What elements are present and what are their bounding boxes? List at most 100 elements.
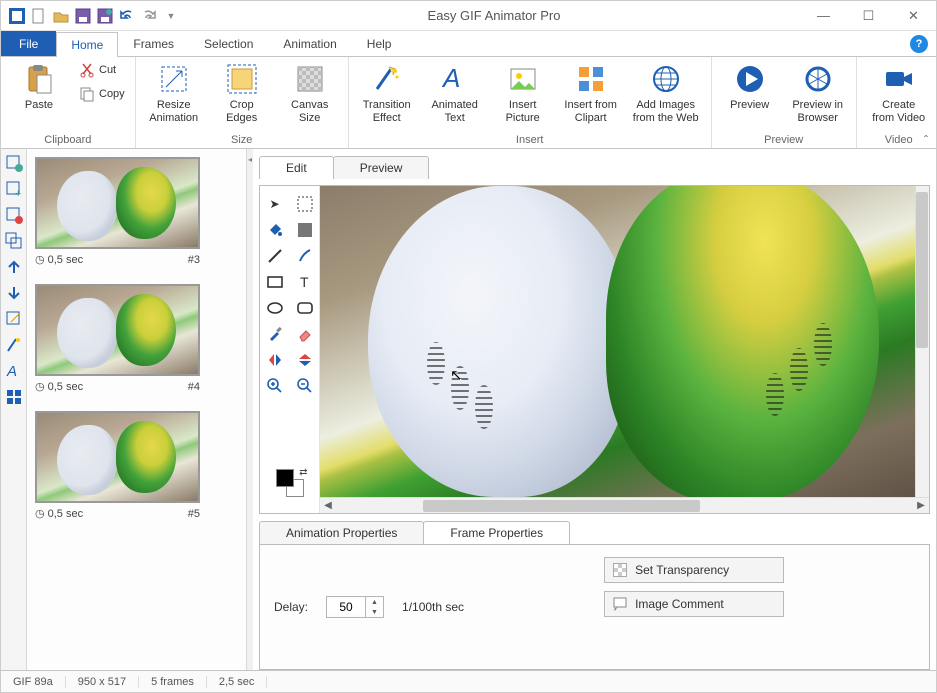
grid-view-icon[interactable] — [4, 387, 24, 407]
fill-rect-icon[interactable] — [295, 220, 315, 240]
copy-label: Copy — [99, 88, 125, 100]
status-format: GIF 89a — [1, 676, 66, 688]
editor-tabs: Edit Preview — [259, 155, 930, 179]
tab-file[interactable]: File — [1, 31, 56, 56]
animated-text-button[interactable]: AAnimated Text — [423, 59, 487, 131]
frame-thumbnail[interactable] — [35, 284, 200, 376]
canvas-viewport[interactable]: ↖ — [320, 186, 929, 497]
flip-v-icon[interactable] — [295, 350, 315, 370]
tab-frames[interactable]: Frames — [118, 31, 189, 56]
insert-frame-icon[interactable] — [4, 153, 24, 173]
brush-tool-icon[interactable] — [295, 246, 315, 266]
redo-icon[interactable] — [141, 8, 157, 24]
undo-icon[interactable] — [119, 8, 135, 24]
svg-text:T: T — [300, 274, 309, 290]
tab-home[interactable]: Home — [56, 32, 118, 57]
maximize-button[interactable]: ☐ — [846, 1, 891, 31]
frame-number: #3 — [188, 254, 200, 266]
help-icon[interactable]: ? — [910, 35, 928, 53]
copy-button[interactable]: Copy — [75, 83, 129, 105]
editor-area: Edit Preview ➤ T ⇄ — [253, 149, 936, 670]
ellipse-tool-icon[interactable] — [265, 298, 285, 318]
frame-item[interactable]: ◷0,5 sec#3 — [35, 157, 238, 266]
tab-help[interactable]: Help — [352, 31, 407, 56]
tab-edit[interactable]: Edit — [259, 156, 334, 179]
delay-unit: 1/100th sec — [402, 600, 464, 614]
image-comment-button[interactable]: Image Comment — [604, 591, 784, 617]
insert-picture-button[interactable]: Insert Picture — [491, 59, 555, 131]
crop-edges-button[interactable]: Crop Edges — [210, 59, 274, 131]
duplicate-frame-icon[interactable] — [4, 231, 24, 251]
rect-tool-icon[interactable] — [265, 272, 285, 292]
status-dimensions: 950 x 517 — [66, 676, 139, 688]
frame-thumbnail[interactable] — [35, 411, 200, 503]
delete-frame-icon[interactable] — [4, 205, 24, 225]
horizontal-scrollbar[interactable]: ◀ ▶ — [320, 497, 929, 513]
swap-colors-icon[interactable]: ⇄ — [299, 467, 307, 478]
new-icon[interactable] — [31, 8, 47, 24]
qat-dropdown-icon[interactable]: ▼ — [163, 8, 179, 24]
flip-h-icon[interactable] — [265, 350, 285, 370]
insert-clipart-button[interactable]: Insert from Clipart — [559, 59, 623, 131]
title-bar: ▼ Easy GIF Animator Pro — ☐ ✕ — [1, 1, 936, 31]
spinner-down-icon[interactable]: ▼ — [366, 607, 383, 617]
canvas-image: ↖ — [320, 186, 915, 497]
tab-animation[interactable]: Animation — [268, 31, 351, 56]
marquee-tool-icon[interactable] — [295, 194, 315, 214]
ribbon-collapse-icon[interactable]: ˆ — [924, 133, 928, 147]
tool-palette: ➤ T ⇄ — [260, 186, 320, 513]
frame-delay: 0,5 sec — [48, 508, 83, 520]
properties-tabs: Animation Properties Frame Properties — [259, 520, 930, 544]
paste-button[interactable]: Paste — [7, 59, 71, 131]
frame-number: #4 — [188, 381, 200, 393]
scroll-right-icon[interactable]: ▶ — [913, 500, 929, 511]
frame-item[interactable]: ◷0,5 sec#5 — [35, 411, 238, 520]
rounded-rect-icon[interactable] — [295, 298, 315, 318]
delay-input[interactable] — [327, 600, 365, 614]
spinner-up-icon[interactable]: ▲ — [366, 597, 383, 607]
tab-animation-properties[interactable]: Animation Properties — [259, 521, 424, 544]
line-tool-icon[interactable] — [265, 246, 285, 266]
set-transparency-button[interactable]: Set Transparency — [604, 557, 784, 583]
tab-selection[interactable]: Selection — [189, 31, 268, 56]
main-area: + A ◷0,5 sec#3 ◷0,5 sec#4 ◷0,5 sec#5 Edi… — [1, 149, 936, 670]
save-icon[interactable] — [75, 8, 91, 24]
delay-spinner[interactable]: ▲▼ — [326, 596, 384, 618]
cut-button[interactable]: Cut — [75, 59, 129, 81]
eraser-icon[interactable] — [295, 324, 315, 344]
move-up-icon[interactable] — [4, 257, 24, 277]
scroll-left-icon[interactable]: ◀ — [320, 500, 336, 511]
create-from-video-button[interactable]: Create from Video — [863, 59, 935, 131]
add-frame-icon[interactable]: + — [4, 179, 24, 199]
close-button[interactable]: ✕ — [891, 1, 936, 31]
zoom-out-icon[interactable] — [295, 376, 315, 396]
status-frames: 5 frames — [139, 676, 207, 688]
save-as-icon[interactable] — [97, 8, 113, 24]
preview-button[interactable]: Preview — [718, 59, 782, 131]
add-from-web-button[interactable]: Add Images from the Web — [627, 59, 705, 131]
open-icon[interactable] — [53, 8, 69, 24]
text-tool-icon[interactable]: A — [4, 361, 24, 381]
eyedropper-icon[interactable] — [265, 324, 285, 344]
effects-icon[interactable] — [4, 335, 24, 355]
move-down-icon[interactable] — [4, 283, 24, 303]
bucket-tool-icon[interactable] — [265, 220, 285, 240]
paste-label: Paste — [25, 99, 53, 112]
pointer-tool-icon[interactable]: ➤ — [265, 194, 285, 214]
zoom-in-icon[interactable] — [265, 376, 285, 396]
resize-animation-button[interactable]: Resize Animation — [142, 59, 206, 131]
canvas-size-button[interactable]: Canvas Size — [278, 59, 342, 131]
minimize-button[interactable]: — — [801, 1, 846, 31]
edit-frame-icon[interactable] — [4, 309, 24, 329]
preview-browser-button[interactable]: Preview in Browser — [786, 59, 850, 131]
frame-item[interactable]: ◷0,5 sec#4 — [35, 284, 238, 393]
tab-frame-properties[interactable]: Frame Properties — [423, 521, 570, 544]
transition-effect-button[interactable]: Transition Effect — [355, 59, 419, 131]
text-tool-icon[interactable]: T — [295, 272, 315, 292]
status-duration: 2,5 sec — [207, 676, 267, 688]
tab-preview[interactable]: Preview — [333, 156, 430, 179]
color-swatch[interactable]: ⇄ — [276, 469, 304, 497]
canvas-area: ↖ ◀ ▶ — [320, 186, 929, 513]
frame-thumbnail[interactable] — [35, 157, 200, 249]
vertical-scrollbar[interactable] — [915, 186, 929, 497]
